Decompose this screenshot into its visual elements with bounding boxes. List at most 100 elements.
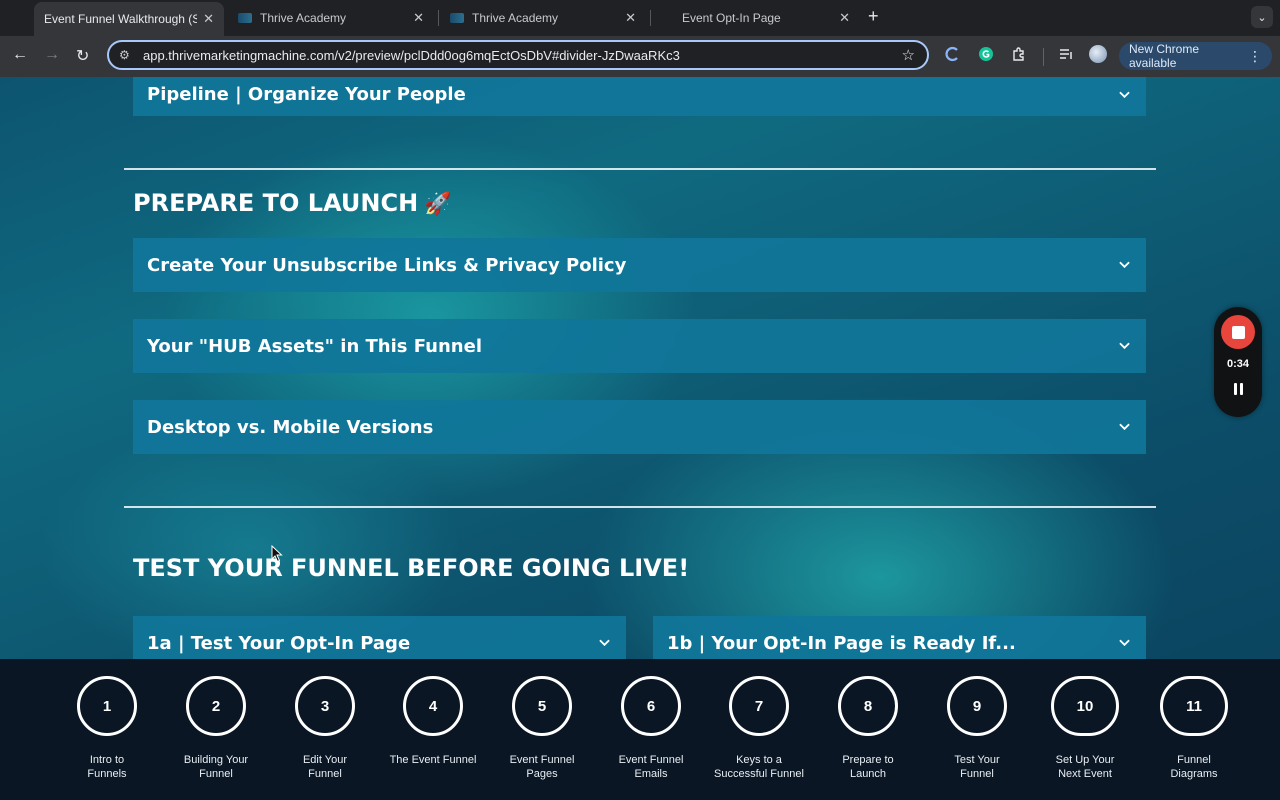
step-number: 11 <box>1160 676 1228 736</box>
tab-separator <box>438 10 439 26</box>
step-11-funnel-diagrams[interactable]: 11 Funnel Diagrams <box>1139 676 1249 781</box>
step-label: Edit Your Funnel <box>302 754 348 780</box>
more-vertical-icon[interactable]: ⋮ <box>1248 48 1262 65</box>
step-number: 9 <box>947 676 1007 736</box>
stop-recording-button[interactable] <box>1221 315 1255 349</box>
accordion-opt-in-ready-if[interactable]: 1b | Your Opt-In Page is Ready If... <box>653 616 1146 659</box>
step-7-keys-to-successful-funnel[interactable]: 7 Keys to a Successful Funnel <box>704 676 814 781</box>
update-label: New Chrome available <box>1129 42 1200 70</box>
extension-c-icon[interactable] <box>944 45 962 63</box>
profile-avatar[interactable] <box>1089 45 1107 63</box>
chevron-down-icon[interactable] <box>1119 422 1130 433</box>
pause-recording-icon[interactable] <box>1214 383 1262 395</box>
step-label: The Event Funnel <box>389 754 477 766</box>
accordion-label: Create Your Unsubscribe Links & Privacy … <box>147 254 627 276</box>
back-arrow-icon[interactable]: ← <box>12 46 28 64</box>
chevron-down-icon[interactable] <box>1119 638 1130 649</box>
chrome-update-button[interactable]: New Chrome available ⋮ <box>1119 42 1272 70</box>
chevron-down-icon[interactable] <box>1119 77 1130 100</box>
close-icon[interactable]: ✕ <box>203 11 214 27</box>
section-title-text: PREPARE TO LAUNCH <box>133 189 419 217</box>
screen-recorder-widget: 0:34 <box>1214 307 1262 417</box>
tab-strip: Event Funnel Walkthrough (S ✕ Thrive Aca… <box>0 0 1280 36</box>
tab-title: Thrive Academy <box>472 11 559 25</box>
section-title-prepare-to-launch: PREPARE TO LAUNCH 🚀 <box>133 189 452 217</box>
step-number: 10 <box>1051 676 1119 736</box>
accordion-label: Your "HUB Assets" in This Funnel <box>147 335 482 357</box>
new-tab-plus-icon[interactable]: + <box>868 6 879 27</box>
address-bar[interactable]: ⚙ app.thrivemarketingmachine.com/v2/prev… <box>107 40 929 70</box>
accordion-label: Desktop vs. Mobile Versions <box>147 416 434 438</box>
thrive-favicon-icon <box>238 13 252 23</box>
accordion-desktop-vs-mobile[interactable]: Desktop vs. Mobile Versions <box>133 400 1146 454</box>
step-10-set-up-next-event[interactable]: 10 Set Up Your Next Event <box>1030 676 1140 781</box>
forward-arrow-icon[interactable]: → <box>44 46 60 64</box>
page-viewport: Pipeline | Organize Your People PREPARE … <box>0 77 1280 659</box>
step-number: 6 <box>621 676 681 736</box>
tab-title: Event Funnel Walkthrough (S <box>44 12 198 26</box>
tab-event-opt-in-page[interactable]: Event Opt-In Page ✕ <box>652 4 860 32</box>
step-2-building-your-funnel[interactable]: 2 Building Your Funnel <box>161 676 271 781</box>
close-icon[interactable]: ✕ <box>413 10 424 26</box>
browser-toolbar: ← → ↻ ⚙ app.thrivemarketingmachine.com/v… <box>0 36 1280 77</box>
close-icon[interactable]: ✕ <box>625 10 636 26</box>
reload-icon[interactable]: ↻ <box>76 46 89 66</box>
media-queue-icon[interactable] <box>1057 45 1075 63</box>
accordion-hub-assets[interactable]: Your "HUB Assets" in This Funnel <box>133 319 1146 373</box>
accordion-label: Pipeline | Organize Your People <box>147 84 466 105</box>
tab-event-funnel-walkthrough[interactable]: Event Funnel Walkthrough (S ✕ <box>34 2 224 36</box>
course-step-navigation: 1 Intro to Funnels 2 Building Your Funnel … <box>0 659 1280 800</box>
chevron-down-icon[interactable] <box>1119 260 1130 271</box>
bookmark-star-icon[interactable]: ☆ <box>902 46 915 64</box>
step-label: Set Up Your Next Event <box>1055 754 1115 780</box>
step-label: Building Your Funnel <box>183 754 249 780</box>
step-5-event-funnel-pages[interactable]: 5 Event Funnel Pages <box>487 676 597 781</box>
extensions-puzzle-icon[interactable] <box>1010 45 1028 63</box>
tab-search-chevron-icon[interactable]: ⌄ <box>1251 6 1273 28</box>
section-divider <box>124 506 1156 508</box>
step-number: 8 <box>838 676 898 736</box>
step-6-event-funnel-emails[interactable]: 6 Event Funnel Emails <box>596 676 706 781</box>
tab-title: Thrive Academy <box>260 11 347 25</box>
mouse-cursor-icon <box>271 545 283 563</box>
tab-separator <box>650 10 651 26</box>
step-number: 7 <box>729 676 789 736</box>
step-9-test-your-funnel[interactable]: 9 Test Your Funnel <box>922 676 1032 781</box>
recording-timer: 0:34 <box>1226 358 1250 370</box>
rocket-icon: 🚀 <box>424 192 452 217</box>
thrive-favicon-icon <box>450 13 464 23</box>
chevron-down-icon[interactable] <box>599 638 610 649</box>
step-label: Test Your Funnel <box>954 754 1000 780</box>
grammarly-icon[interactable] <box>977 45 995 63</box>
url-text[interactable]: app.thrivemarketingmachine.com/v2/previe… <box>143 48 902 63</box>
site-info-icon[interactable]: ⚙ <box>119 48 133 62</box>
step-number: 4 <box>403 676 463 736</box>
stop-square-icon <box>1231 325 1245 339</box>
step-label: Event Funnel Emails <box>618 754 684 780</box>
accordion-unsubscribe-privacy[interactable]: Create Your Unsubscribe Links & Privacy … <box>133 238 1146 292</box>
step-3-edit-your-funnel[interactable]: 3 Edit Your Funnel <box>270 676 380 781</box>
step-1-intro-to-funnels[interactable]: 1 Intro to Funnels <box>52 676 162 781</box>
chevron-down-icon[interactable] <box>1119 341 1130 352</box>
step-4-the-event-funnel[interactable]: 4 The Event Funnel <box>378 676 488 767</box>
step-label: Prepare to Launch <box>842 754 894 780</box>
accordion-test-opt-in-page[interactable]: 1a | Test Your Opt-In Page <box>133 616 626 659</box>
tab-thrive-academy-1[interactable]: Thrive Academy ✕ <box>228 4 434 32</box>
accordion-label: 1b | Your Opt-In Page is Ready If... <box>667 632 1016 654</box>
step-label: Event Funnel Pages <box>509 754 575 780</box>
step-number: 3 <box>295 676 355 736</box>
accordion-pipeline[interactable]: Pipeline | Organize Your People <box>133 77 1146 116</box>
step-number: 2 <box>186 676 246 736</box>
section-title-test-your-funnel: TEST YOUR FUNNEL BEFORE GOING LIVE! <box>133 554 690 582</box>
tab-title: Event Opt-In Page <box>682 11 781 25</box>
step-number: 5 <box>512 676 572 736</box>
step-label: Keys to a Successful Funnel <box>714 754 804 780</box>
step-number: 1 <box>77 676 137 736</box>
step-label: Intro to Funnels <box>87 754 127 780</box>
step-label: Funnel Diagrams <box>1170 754 1218 780</box>
toolbar-separator <box>1043 48 1044 66</box>
step-8-prepare-to-launch[interactable]: 8 Prepare to Launch <box>813 676 923 781</box>
section-divider <box>124 168 1156 170</box>
close-icon[interactable]: ✕ <box>839 10 850 26</box>
tab-thrive-academy-2[interactable]: Thrive Academy ✕ <box>440 4 646 32</box>
